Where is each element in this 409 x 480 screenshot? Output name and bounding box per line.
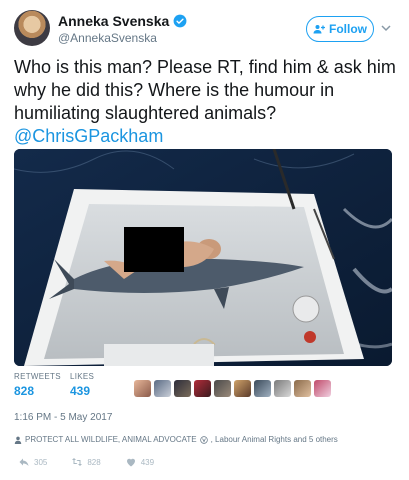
likes-stat[interactable]: LIKES 439 <box>70 372 94 398</box>
liker-avatar[interactable] <box>294 380 311 397</box>
user-handle[interactable]: @AnnekaSvenska <box>58 31 157 45</box>
retweet-icon <box>72 458 83 466</box>
tweet-body: Who is this man? Please RT, find him & a… <box>14 57 396 123</box>
liker-avatar[interactable] <box>234 380 251 397</box>
liker-avatar[interactable] <box>314 380 331 397</box>
liker-avatar[interactable] <box>274 380 291 397</box>
retweets-stat[interactable]: RETWEETS 828 <box>14 372 61 398</box>
retweet-button[interactable]: 828 <box>71 456 101 468</box>
likes-label: LIKES <box>70 372 95 381</box>
liker-avatar[interactable] <box>194 380 211 397</box>
reply-count: 305 <box>34 457 48 467</box>
heart-icon <box>126 458 135 467</box>
like-button[interactable]: 439 <box>125 456 154 468</box>
follow-button-label: Follow <box>329 22 367 36</box>
tweet-header: Anneka Svenska @AnnekaSvenska Follow <box>14 10 395 50</box>
liker-avatar[interactable] <box>254 380 271 397</box>
liker-avatar[interactable] <box>154 380 171 397</box>
context-title[interactable]: PROTECT ALL WILDLIFE, ANIMAL ADVOCATE <box>25 435 197 444</box>
avatar[interactable] <box>14 10 50 46</box>
follow-button[interactable]: Follow <box>306 16 374 42</box>
engagement-stats: RETWEETS 828 LIKES 439 <box>14 372 395 408</box>
name-row: Anneka Svenska <box>58 13 187 29</box>
retweets-label: RETWEETS <box>14 372 61 381</box>
retweet-count: 828 <box>87 457 101 467</box>
tweet-text: Who is this man? Please RT, find him & a… <box>14 56 399 148</box>
verified-badge-icon <box>173 14 187 28</box>
tweet-photo[interactable] <box>14 149 392 366</box>
mention-link[interactable]: @ChrisGPackham <box>14 125 399 148</box>
reply-icon <box>19 458 29 466</box>
boat-photo-illustration <box>14 149 392 366</box>
likes-value: 439 <box>70 384 91 398</box>
chevron-down-icon[interactable] <box>380 22 392 34</box>
reply-button[interactable]: 305 <box>18 456 47 468</box>
display-name[interactable]: Anneka Svenska <box>58 13 169 29</box>
retweets-value: 828 <box>14 384 35 398</box>
likers-avatars <box>134 380 331 397</box>
tweet-context: PROTECT ALL WILDLIFE, ANIMAL ADVOCATE , … <box>14 435 338 444</box>
add-user-icon <box>313 25 325 34</box>
liker-avatar[interactable] <box>134 380 151 397</box>
like-count: 439 <box>140 457 155 467</box>
tweet-timestamp[interactable]: 1:16 PM - 5 May 2017 <box>14 412 112 423</box>
person-icon <box>14 436 22 444</box>
circle-v-icon <box>199 435 208 444</box>
liker-avatar[interactable] <box>214 380 231 397</box>
tweet-actions: 305 828 439 <box>18 455 178 469</box>
context-suffix[interactable]: , Labour Animal Rights and 5 others <box>211 435 338 444</box>
liker-avatar[interactable] <box>174 380 191 397</box>
